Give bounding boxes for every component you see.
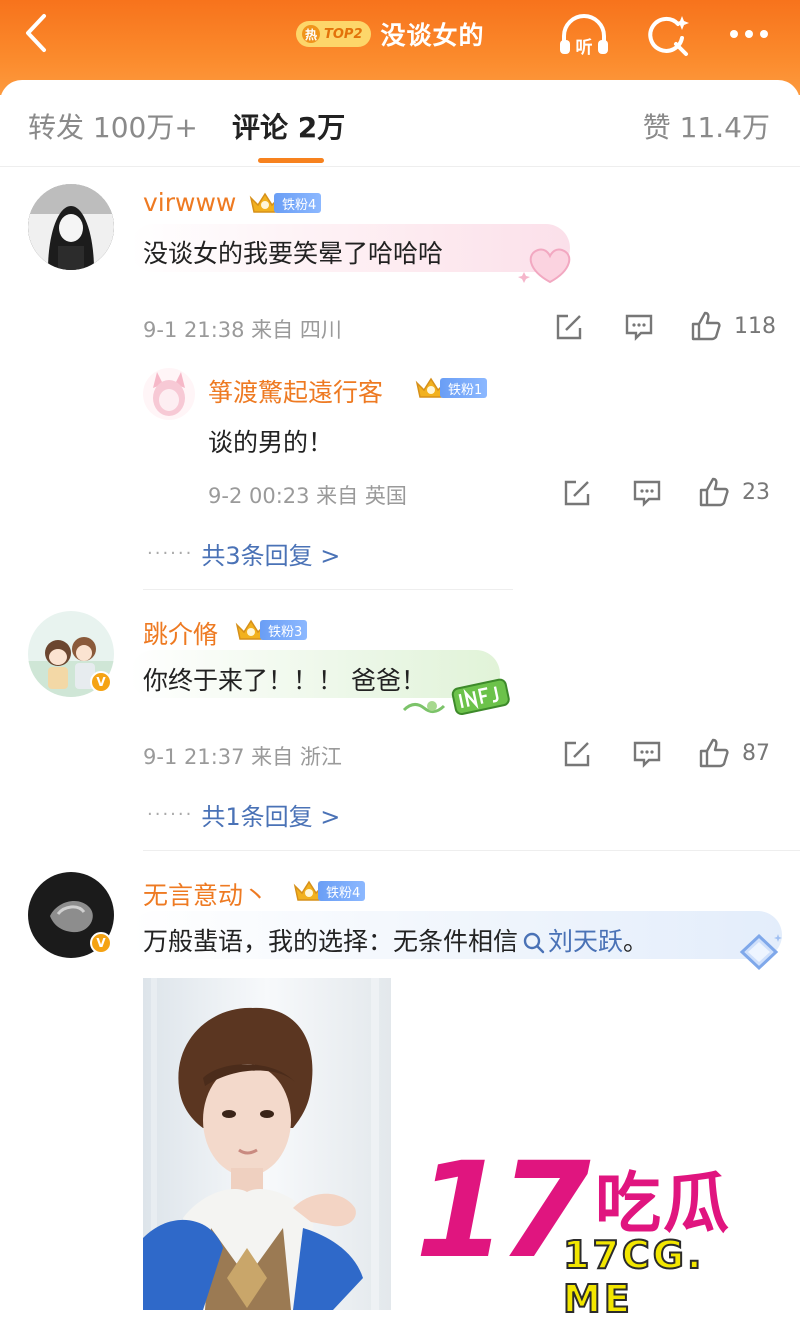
- listen-label: 听: [576, 37, 593, 58]
- hot-label: 热: [302, 25, 320, 43]
- divider: [0, 166, 800, 167]
- reply-avatar[interactable]: [143, 368, 195, 420]
- view-replies-link[interactable]: ······ 共3条回复 >: [147, 536, 340, 571]
- fan-badge[interactable]: 铁粉4: [248, 191, 322, 215]
- fan-badge[interactable]: 铁粉4: [292, 879, 366, 903]
- view-replies-link[interactable]: ······ 共1条回复 >: [147, 797, 340, 832]
- page-title: 没谈女的: [380, 21, 485, 50]
- comment-text-part: 。: [623, 927, 649, 956]
- comment-text[interactable]: 你终于来了！！！ 爸爸！: [143, 661, 426, 697]
- reply-meta: 9-2 00:23 来自 英国: [208, 484, 407, 508]
- diamond-decoration-icon: [739, 933, 782, 971]
- search-sparkle-icon: [648, 16, 689, 56]
- fan-level-label: 铁粉4: [318, 881, 366, 901]
- comment-meta: 9-1 21:38 来自 四川: [143, 318, 342, 342]
- comment-image[interactable]: [143, 978, 391, 1310]
- dots-separator: ······: [147, 804, 194, 825]
- fan-badge[interactable]: 铁粉3: [234, 618, 308, 642]
- heart-decoration-icon: [518, 248, 571, 284]
- comment-username[interactable]: 无言意动丶: [143, 876, 268, 912]
- comment-username[interactable]: 跳介脩: [143, 615, 218, 651]
- view-replies-label: 共3条回复 >: [201, 542, 341, 570]
- fan-level-label: 铁粉3: [260, 620, 308, 640]
- avatar-illustration: [28, 184, 114, 270]
- hot-rank-badge: 热 TOP2: [296, 21, 371, 47]
- thumbs-up-icon[interactable]: [698, 476, 730, 508]
- comment-text[interactable]: 万般蜚语，我的选择：无条件相信 刘天跃。: [143, 922, 648, 958]
- watermark-name: 吃瓜: [595, 1165, 731, 1242]
- comment-meta: 9-1 21:37 来自 浙江: [143, 745, 342, 769]
- active-tab-indicator: [258, 158, 324, 163]
- verified-badge-icon: V: [90, 671, 112, 693]
- watermark-url: 17CG. ME: [562, 1232, 705, 1321]
- tabs-bar: 转发 100万+ 评论 2万 赞 11.4万: [0, 80, 800, 170]
- comment-icon[interactable]: [632, 478, 662, 508]
- infj-sticker-icon: [402, 678, 510, 716]
- share-icon[interactable]: [554, 312, 584, 342]
- reply-text[interactable]: 谈的男的！: [208, 423, 333, 459]
- avatar-illustration: [143, 368, 195, 420]
- like-count: 23: [742, 480, 770, 505]
- view-replies-label: 共1条回复 >: [201, 803, 341, 831]
- like-count: 118: [734, 314, 776, 339]
- comment-text-part: 万般蜚语，我的选择：无条件相信: [143, 927, 519, 956]
- share-icon[interactable]: [562, 739, 592, 769]
- watermark-number: 17: [415, 1134, 591, 1288]
- fan-level-label: 铁粉1: [440, 378, 488, 398]
- thumbs-up-icon[interactable]: [698, 737, 730, 769]
- comment-icon[interactable]: [632, 739, 662, 769]
- dots-separator: ······: [147, 543, 194, 564]
- tab-like[interactable]: 赞 11.4万: [643, 106, 770, 146]
- thumbs-up-icon[interactable]: [690, 310, 722, 342]
- reply-username[interactable]: 箏渡驚起遠行客: [208, 373, 383, 409]
- like-count: 87: [742, 741, 770, 766]
- back-button[interactable]: [18, 10, 58, 56]
- comment-username[interactable]: virwww: [143, 188, 236, 217]
- comment-text[interactable]: 没谈女的我要笑晕了哈哈哈: [143, 234, 443, 270]
- more-dots-icon: [730, 30, 768, 38]
- verified-badge-icon: V: [90, 932, 112, 954]
- portrait-photo: [143, 978, 391, 1310]
- share-icon[interactable]: [562, 478, 592, 508]
- chevron-left-icon: [26, 14, 46, 52]
- search-icon: [523, 932, 545, 954]
- hot-topic-title[interactable]: 热 TOP2 没谈女的: [296, 16, 485, 52]
- tab-comment[interactable]: 评论 2万: [232, 106, 345, 146]
- avatar[interactable]: [28, 184, 114, 270]
- comment-icon[interactable]: [624, 312, 654, 342]
- site-watermark: 17 吃瓜 17CG. ME: [415, 1134, 775, 1321]
- fan-level-label: 铁粉4: [274, 193, 322, 213]
- headphones-icon: 听: [560, 14, 608, 58]
- fan-badge[interactable]: 铁粉1: [414, 376, 488, 400]
- rank-label: TOP2: [324, 26, 363, 42]
- mention-link[interactable]: 刘天跃: [548, 927, 623, 956]
- search-button[interactable]: [644, 12, 692, 60]
- tab-repost[interactable]: 转发 100万+: [28, 106, 198, 146]
- more-button[interactable]: [724, 14, 774, 54]
- listen-button[interactable]: 听: [556, 12, 612, 60]
- divider: [143, 589, 513, 590]
- divider: [143, 850, 800, 851]
